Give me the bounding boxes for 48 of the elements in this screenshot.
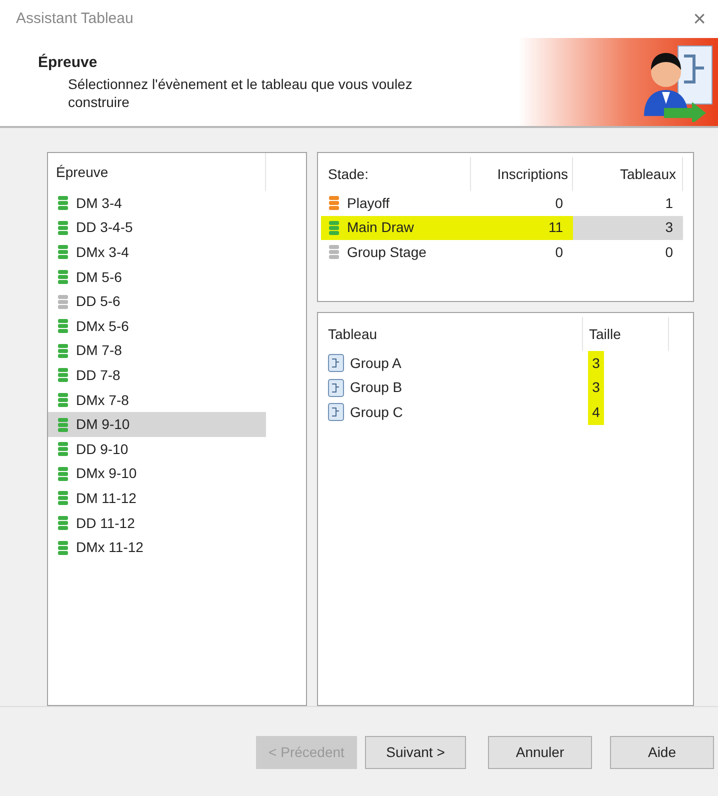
document-icon bbox=[328, 354, 344, 372]
column-header: Tableau bbox=[321, 317, 583, 351]
wizard-button[interactable]: Aide bbox=[610, 736, 714, 769]
close-button[interactable]: × bbox=[693, 8, 706, 30]
stage-row[interactable]: Group Stage 0 0 bbox=[321, 240, 683, 265]
table-cell-text: 0 bbox=[554, 242, 564, 262]
event-item[interactable]: DD 7-8 bbox=[48, 363, 266, 388]
table-cell-text: 3 bbox=[664, 218, 674, 238]
wizard-button[interactable]: Suivant > bbox=[365, 736, 466, 769]
event-item[interactable]: DMx 5-6 bbox=[48, 314, 266, 339]
table-cell-text: 0 bbox=[664, 242, 674, 262]
table-cell-text: 0 bbox=[554, 194, 564, 213]
event-item[interactable]: DM 11-12 bbox=[48, 486, 266, 511]
window-title: Assistant Tableau bbox=[16, 8, 134, 29]
event-item[interactable]: DMx 11-12 bbox=[48, 535, 266, 560]
draw-item[interactable]: Group A bbox=[321, 352, 583, 374]
draw-item[interactable]: Group B bbox=[321, 377, 583, 398]
event-item[interactable]: DD 9-10 bbox=[48, 436, 266, 462]
column-header: Épreuve bbox=[48, 153, 266, 191]
event-item[interactable]: DMx 7-8 bbox=[48, 388, 266, 412]
wizard-button[interactable]: Annuler bbox=[488, 736, 592, 769]
column-header: Inscriptions bbox=[471, 157, 573, 191]
step-description: Sélectionnez l'évènement et le tableau que vous voulez construire bbox=[67, 74, 414, 110]
draw-item[interactable]: Group C bbox=[321, 402, 583, 423]
table-cell: 3 bbox=[588, 376, 604, 400]
document-icon bbox=[328, 378, 344, 397]
event-item[interactable]: DM 3-4 bbox=[48, 191, 266, 216]
stage-name-cell: Group Stage bbox=[321, 240, 471, 265]
table-cell-text: 1 bbox=[664, 194, 674, 213]
event-item[interactable]: DM 7-8 bbox=[48, 338, 266, 364]
event-item[interactable]: DMx 3-4 bbox=[48, 240, 266, 265]
event-item[interactable]: DD 11-12 bbox=[48, 510, 266, 536]
event-item[interactable]: DM 9-10 bbox=[48, 412, 266, 437]
document-icon bbox=[328, 403, 344, 422]
event-item[interactable]: DD 5-6 bbox=[48, 289, 266, 314]
stage-row[interactable]: Playoff 0 1 bbox=[321, 191, 683, 216]
column-header: Tableaux bbox=[573, 157, 683, 191]
event-item[interactable]: DD 3-4-5 bbox=[48, 216, 266, 240]
stage-name-cell: Main Draw bbox=[321, 216, 471, 240]
event-item[interactable]: DMx 9-10 bbox=[48, 462, 266, 486]
step-title: Épreuve bbox=[38, 52, 98, 73]
table-cell: 11 bbox=[471, 216, 573, 240]
table-cell: 3 bbox=[588, 351, 604, 376]
stage-row[interactable]: Main Draw 11 3 bbox=[321, 216, 683, 240]
table-cell: 4 bbox=[588, 400, 604, 425]
event-item[interactable]: DM 5-6 bbox=[48, 264, 266, 290]
column-header: Stade: bbox=[321, 157, 471, 191]
stage-name-cell: Playoff bbox=[321, 191, 471, 216]
